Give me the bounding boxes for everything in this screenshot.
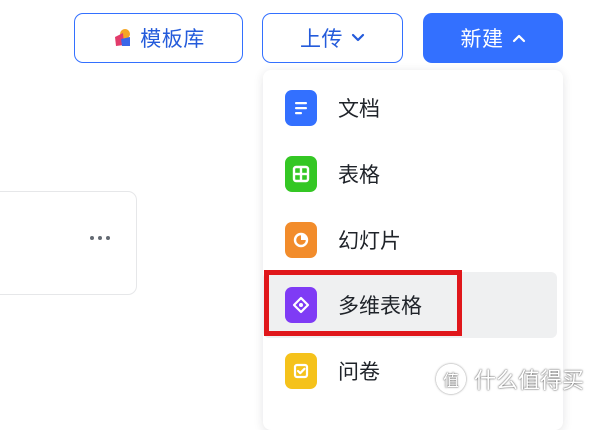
template-library-label: 模板库 bbox=[140, 27, 205, 51]
slides-icon bbox=[285, 222, 317, 258]
new-button[interactable]: 新建 bbox=[423, 13, 563, 63]
menu-item-label: 问卷 bbox=[338, 360, 380, 384]
menu-item-slides[interactable]: 幻灯片 bbox=[263, 207, 563, 273]
menu-item-label: 表格 bbox=[338, 163, 380, 187]
menu-item-base[interactable]: 多维表格 bbox=[263, 272, 557, 338]
menu-item-label: 多维表格 bbox=[338, 294, 422, 318]
menu-item-label: 文档 bbox=[338, 97, 380, 121]
menu-item-label: 幻灯片 bbox=[338, 229, 401, 253]
upload-button[interactable]: 上传 bbox=[262, 13, 403, 63]
watermark-logo-icon: 值 bbox=[436, 364, 466, 394]
form-icon bbox=[285, 353, 317, 389]
template-library-button[interactable]: 模板库 bbox=[74, 13, 243, 63]
menu-item-sheet[interactable]: 表格 bbox=[263, 141, 563, 207]
new-label: 新建 bbox=[460, 27, 504, 51]
file-card[interactable] bbox=[0, 191, 137, 295]
chevron-up-icon bbox=[512, 33, 526, 43]
template-icon bbox=[112, 27, 134, 49]
watermark: 值 什么值得买 bbox=[436, 363, 584, 395]
more-icon[interactable] bbox=[90, 236, 110, 240]
menu-item-doc[interactable]: 文档 bbox=[263, 75, 563, 141]
watermark-text: 什么值得买 bbox=[474, 369, 585, 394]
doc-icon bbox=[285, 90, 317, 126]
sheet-icon bbox=[285, 156, 317, 192]
upload-label: 上传 bbox=[300, 27, 343, 51]
base-icon bbox=[285, 287, 317, 323]
chevron-down-icon bbox=[351, 33, 365, 43]
